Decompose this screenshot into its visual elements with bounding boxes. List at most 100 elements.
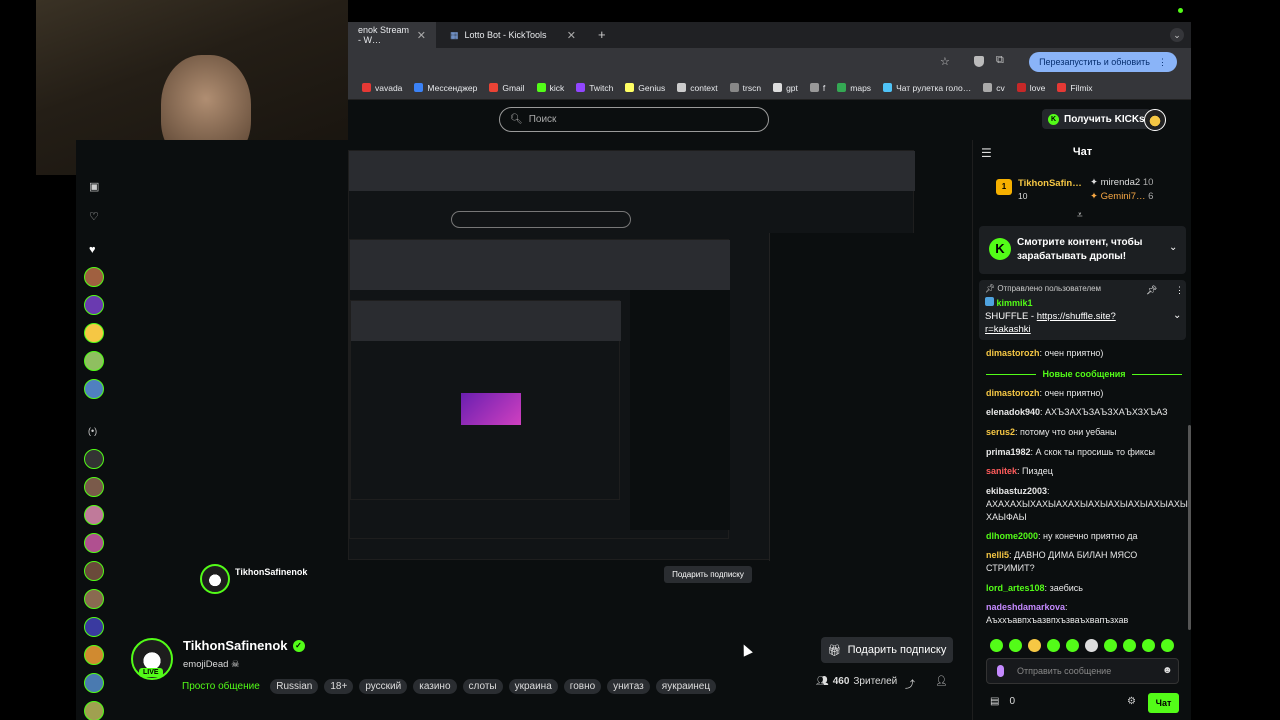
channel-avatar[interactable] <box>84 645 104 665</box>
chevron-down-icon[interactable]: ⌄ <box>1169 242 1177 253</box>
channel-avatar[interactable] <box>84 379 104 399</box>
pinned-user[interactable]: kimmik1 <box>997 298 1033 308</box>
stream-tag[interactable]: 18+ <box>324 679 354 694</box>
bookmark-item[interactable]: kick <box>536 83 564 93</box>
bookmark-item[interactable]: Gmail <box>489 83 525 93</box>
live-channels-icon[interactable]: (•) <box>88 426 97 436</box>
stream-tag[interactable]: казино <box>413 679 457 694</box>
chat-user[interactable]: dimastorozh <box>986 388 1040 398</box>
emote-icon[interactable] <box>1104 639 1117 652</box>
extensions-icon[interactable]: ⧉ <box>996 54 1004 67</box>
tab-lotto-bot[interactable]: ▦ Lotto Bot - KickTools ✕ <box>440 22 586 48</box>
gift-sub-button[interactable]: 🎁︎ Подарить подписку <box>821 637 953 663</box>
stream-tag[interactable]: слоты <box>462 679 503 694</box>
chat-user[interactable]: serus2 <box>986 427 1015 437</box>
emote-icon[interactable] <box>1066 639 1079 652</box>
bookmark-item[interactable]: Genius <box>625 83 665 93</box>
stream-tag[interactable]: украина <box>508 679 558 694</box>
channel-avatar[interactable] <box>84 351 104 371</box>
new-tab-icon[interactable]: + <box>598 27 606 42</box>
channel-avatar[interactable] <box>84 673 104 693</box>
bookmark-item[interactable]: context <box>677 83 718 93</box>
channel-avatar[interactable] <box>84 701 104 720</box>
heart-icon[interactable]: ♥ <box>89 244 96 256</box>
channel-avatar[interactable] <box>84 323 104 343</box>
stream-tag[interactable]: унитаз <box>607 679 650 694</box>
following-icon[interactable]: ▣ <box>89 180 99 193</box>
channel-avatar[interactable] <box>84 477 104 497</box>
get-kicks-button[interactable]: K Получить KICKs <box>1042 109 1151 129</box>
stream-video[interactable]: TikhonSafinenok Подарить подписку <box>112 140 972 622</box>
chat-user[interactable]: dlhome2000 <box>986 531 1038 541</box>
more-vert-icon[interactable]: ⋮ <box>1175 285 1184 296</box>
bookmark-item[interactable]: Twitch <box>576 83 613 93</box>
share-icon[interactable]: ⤴ <box>905 676 915 691</box>
emote-icon[interactable] <box>1028 639 1041 652</box>
kicks-balance[interactable]: ▤ 0 <box>990 696 1015 707</box>
emote-icon[interactable] <box>1142 639 1155 652</box>
chevron-down-icon[interactable]: ⌄ <box>1170 28 1184 42</box>
tab-stream[interactable]: enok Stream - W… ✕ <box>348 22 436 48</box>
gear-icon[interactable]: ⚙ <box>1127 696 1136 707</box>
chat-user[interactable]: prima1982 <box>986 447 1031 457</box>
stream-tag[interactable]: русский <box>359 679 408 694</box>
profile-icon[interactable]: 👤︎ <box>935 676 948 687</box>
channel-avatar[interactable] <box>84 267 104 287</box>
channel-avatar[interactable] <box>84 617 104 637</box>
emote-icon[interactable] <box>990 639 1003 652</box>
bookmark-item[interactable]: Мессенджер <box>414 83 477 93</box>
bookmark-item[interactable]: Filmix <box>1057 83 1093 93</box>
channel-avatar[interactable] <box>84 561 104 581</box>
emote-icon[interactable] <box>1047 639 1060 652</box>
bookmark-item[interactable]: trscn <box>729 83 761 93</box>
stream-tag[interactable]: Russian <box>270 679 319 694</box>
channel-avatar[interactable] <box>84 295 104 315</box>
chat-scrollbar[interactable] <box>1188 425 1191 630</box>
chat-user[interactable]: elenadok940 <box>986 407 1040 417</box>
star-icon[interactable]: ☆ <box>940 55 950 68</box>
channel-avatar[interactable] <box>84 589 104 609</box>
channel-avatar[interactable] <box>84 533 104 553</box>
send-chat-button[interactable]: Чат <box>1148 693 1179 713</box>
bookmark-label: maps <box>850 82 872 93</box>
bookmark-label: vavada <box>375 82 403 93</box>
chat-user[interactable]: dimastorozh <box>986 348 1040 358</box>
chat-input[interactable]: Отправить сообщение ☻ <box>986 658 1179 684</box>
emote-icon[interactable] <box>1009 639 1022 652</box>
category-link[interactable]: Просто общение <box>182 681 260 692</box>
streamer-name[interactable]: TikhonSafinenok <box>183 638 288 653</box>
user-avatar[interactable] <box>1144 109 1166 131</box>
channel-avatar[interactable] <box>84 449 104 469</box>
close-icon[interactable]: ✕ <box>567 29 576 42</box>
search-input[interactable]: 🔍︎ Поиск <box>499 107 769 132</box>
bookmark-item[interactable]: f <box>809 83 825 93</box>
bookmark-item[interactable]: cv <box>983 83 1005 93</box>
chat-user[interactable]: nadeshdamarkova <box>986 602 1065 612</box>
pin-icon[interactable]: 📌︎ <box>1146 285 1157 296</box>
drops-banner[interactable]: K Смотрите контент, чтобы зарабатывать д… <box>979 226 1186 274</box>
relaunch-button[interactable]: Перезапустить и обновить ⋮ <box>1029 52 1177 72</box>
heart-outline-icon[interactable]: ♡ <box>89 210 99 223</box>
stream-tag[interactable]: яукраинец <box>655 679 717 694</box>
chat-user[interactable]: ekibastuz2003 <box>986 486 1047 496</box>
bookmark-item[interactable]: Чат рулетка голо… <box>883 83 971 93</box>
bookmark-item[interactable]: gpt <box>773 83 798 93</box>
search-placeholder: Поиск <box>528 114 557 125</box>
shield-icon[interactable] <box>974 56 984 67</box>
close-icon[interactable]: ✕ <box>417 29 426 42</box>
emoji-icon[interactable]: ☻ <box>1162 665 1173 676</box>
emote-icon[interactable] <box>1085 639 1098 652</box>
chevron-down-icon[interactable]: ⌄ <box>1173 310 1181 321</box>
chat-user[interactable]: nelli5 <box>986 550 1009 560</box>
emote-icon[interactable] <box>1123 639 1136 652</box>
chevron-down-icon[interactable]: ⩡ <box>1077 210 1083 221</box>
emote-icon[interactable] <box>1161 639 1174 652</box>
chat-user[interactable]: sanitek <box>986 466 1017 476</box>
chat-user[interactable]: lord_artes108 <box>986 583 1045 593</box>
bookmark-item[interactable]: vavada <box>362 83 402 93</box>
bookmark-item[interactable]: maps <box>837 83 871 93</box>
channel-avatar[interactable] <box>84 505 104 525</box>
bookmark-item[interactable]: love <box>1016 83 1045 93</box>
stream-tag[interactable]: говно <box>563 679 602 694</box>
mic-icon[interactable] <box>997 665 1004 677</box>
